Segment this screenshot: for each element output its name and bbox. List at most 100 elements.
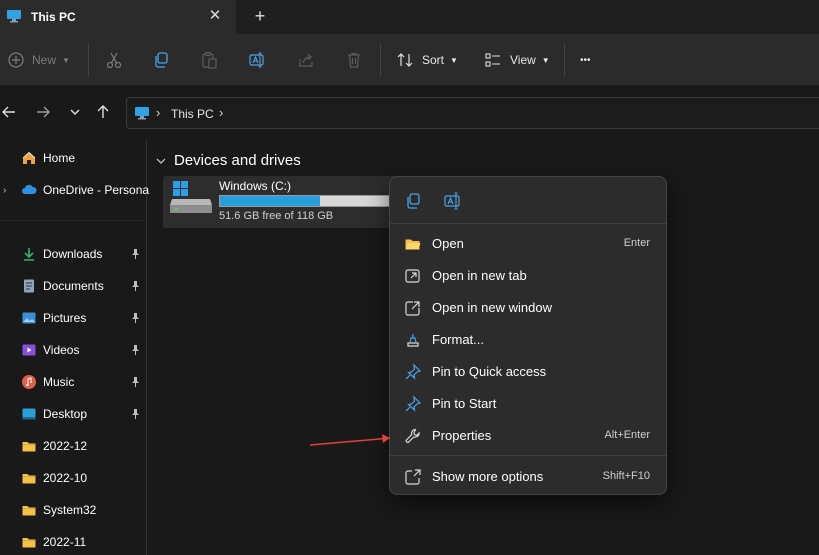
- sidebar-item-label: OneDrive - Persona: [43, 183, 150, 197]
- command-bar: New ▼ Sort ▼ View ▼ •••: [0, 34, 819, 86]
- home-icon: [22, 151, 36, 164]
- rename-button[interactable]: [248, 46, 266, 74]
- sidebar-item-label: Desktop: [43, 407, 88, 421]
- share-icon: [299, 53, 313, 67]
- pin-icon[interactable]: [131, 313, 140, 323]
- sidebar-item-label: Videos: [43, 343, 80, 357]
- pin-icon[interactable]: [131, 377, 140, 387]
- pin-icon[interactable]: [131, 249, 140, 259]
- sidebar-item-folder-2022-12[interactable]: 2022-12: [0, 433, 146, 459]
- sidebar-item-label: Music: [43, 375, 75, 389]
- monitor-icon: [135, 107, 149, 120]
- title-bar: This PC ✕ +: [0, 0, 819, 34]
- pin-icon[interactable]: [131, 409, 140, 419]
- see-more-button[interactable]: •••: [580, 46, 591, 74]
- chevron-down-icon: ▼: [450, 55, 458, 65]
- document-icon: [24, 279, 34, 293]
- navigation-bar: › This PC ›: [0, 86, 819, 140]
- menu-item-label: Open in new tab: [432, 268, 527, 283]
- chevron-down-icon: ▼: [62, 55, 70, 65]
- delete-icon: [348, 52, 360, 68]
- menu-item-open-in-new-tab[interactable]: Open in new tab: [394, 260, 662, 290]
- toolbar-divider: [380, 44, 381, 76]
- folder-icon: [22, 442, 36, 452]
- share-button[interactable]: [297, 46, 315, 74]
- sort-button[interactable]: Sort ▼: [396, 46, 458, 74]
- cut-icon: [106, 52, 122, 69]
- devices-and-drives-group[interactable]: Devices and drives: [156, 152, 301, 169]
- breadcrumb-chevron-icon[interactable]: ›: [219, 105, 223, 120]
- menu-item-pin-to-quick-access[interactable]: Pin to Quick access: [394, 356, 662, 386]
- copy-icon[interactable]: [402, 190, 424, 212]
- sidebar-item-label: Documents: [43, 279, 104, 293]
- menu-item-label: Show more options: [432, 469, 544, 484]
- pin-icon[interactable]: [131, 281, 140, 291]
- menu-item-shortcut: Enter: [623, 237, 650, 249]
- menu-item-label: Format...: [432, 332, 485, 347]
- tab-title: This PC: [31, 10, 76, 24]
- new-tab-button[interactable]: +: [250, 6, 270, 26]
- copy-button[interactable]: [152, 46, 170, 74]
- sidebar-item-downloads[interactable]: Downloads: [0, 241, 146, 267]
- cloud-icon: [22, 184, 37, 194]
- menu-item-show-more-options[interactable]: Show more options Shift+F10: [394, 461, 662, 491]
- new-button[interactable]: New ▼: [8, 46, 70, 74]
- toolbar-divider: [564, 44, 565, 76]
- menu-item-properties[interactable]: Properties Alt+Enter: [394, 420, 662, 450]
- sidebar-item-folder-2022-10[interactable]: 2022-10: [0, 465, 146, 491]
- menu-item-label: Pin to Quick access: [432, 364, 547, 379]
- chevron-right-icon[interactable]: ›: [3, 185, 6, 196]
- folder-icon: [22, 538, 36, 548]
- breadcrumb-chevron-icon[interactable]: ›: [156, 105, 160, 120]
- menu-divider: [390, 223, 666, 224]
- monitor-icon: [7, 10, 21, 23]
- cut-button[interactable]: [105, 46, 123, 74]
- up-arrow-icon[interactable]: [94, 103, 112, 121]
- sidebar-item-videos[interactable]: Videos: [0, 337, 146, 363]
- sidebar-item-home[interactable]: Home: [0, 145, 146, 171]
- toolbar-divider: [88, 44, 89, 76]
- menu-item-shortcut: Alt+Enter: [604, 429, 650, 441]
- sidebar-item-folder-2022-11[interactable]: 2022-11: [0, 529, 146, 555]
- pin-icon[interactable]: [131, 345, 140, 355]
- menu-item-format[interactable]: Format...: [394, 324, 662, 354]
- menu-item-open[interactable]: Open Enter: [394, 228, 662, 258]
- view-button[interactable]: View ▼: [484, 46, 550, 74]
- folder-icon: [22, 474, 36, 484]
- chevron-down-icon[interactable]: [156, 156, 166, 166]
- sidebar-item-onedrive[interactable]: › OneDrive - Persona: [0, 177, 150, 203]
- ellipsis-icon: •••: [580, 54, 591, 66]
- sidebar-item-folder-system32[interactable]: System32: [0, 497, 146, 523]
- open-new-window-icon: [405, 301, 420, 316]
- paste-button[interactable]: [200, 46, 218, 74]
- open-new-tab-icon: [405, 269, 420, 283]
- sidebar-item-pictures[interactable]: Pictures: [0, 305, 146, 331]
- rename-icon[interactable]: [442, 190, 464, 212]
- drive-free-space: 51.6 GB free of 118 GB: [219, 210, 334, 222]
- delete-button[interactable]: [345, 46, 363, 74]
- video-icon: [22, 344, 36, 356]
- drive-usage-bar: [219, 195, 399, 207]
- back-arrow-icon[interactable]: [0, 103, 18, 121]
- menu-item-label: Properties: [432, 428, 492, 443]
- close-tab-button[interactable]: ✕: [205, 6, 225, 26]
- menu-item-pin-to-start[interactable]: Pin to Start: [394, 388, 662, 418]
- group-title: Devices and drives: [174, 152, 301, 169]
- breadcrumb-this-pc[interactable]: This PC: [171, 107, 214, 121]
- drive-name: Windows (C:): [219, 179, 292, 193]
- recent-locations-chevron-icon[interactable]: [66, 103, 84, 121]
- sidebar-item-desktop[interactable]: Desktop: [0, 401, 146, 427]
- desktop-icon: [22, 408, 36, 420]
- download-icon: [24, 248, 34, 261]
- context-menu: Open Enter Open in new tab Open in new w…: [389, 176, 667, 495]
- format-icon: [407, 334, 419, 347]
- forward-arrow-icon[interactable]: [34, 103, 52, 121]
- address-bar[interactable]: › This PC ›: [126, 97, 819, 129]
- sidebar-item-label: 2022-12: [43, 439, 88, 453]
- tab-this-pc[interactable]: This PC ✕: [0, 0, 236, 34]
- menu-item-open-in-new-window[interactable]: Open in new window: [394, 292, 662, 322]
- drive-tile-windows-c[interactable]: Windows (C:) 51.6 GB free of 118 GB: [163, 176, 405, 228]
- sidebar-item-music[interactable]: Music: [0, 369, 146, 395]
- sidebar-item-documents[interactable]: Documents: [0, 273, 146, 299]
- more-options-icon: [405, 469, 421, 485]
